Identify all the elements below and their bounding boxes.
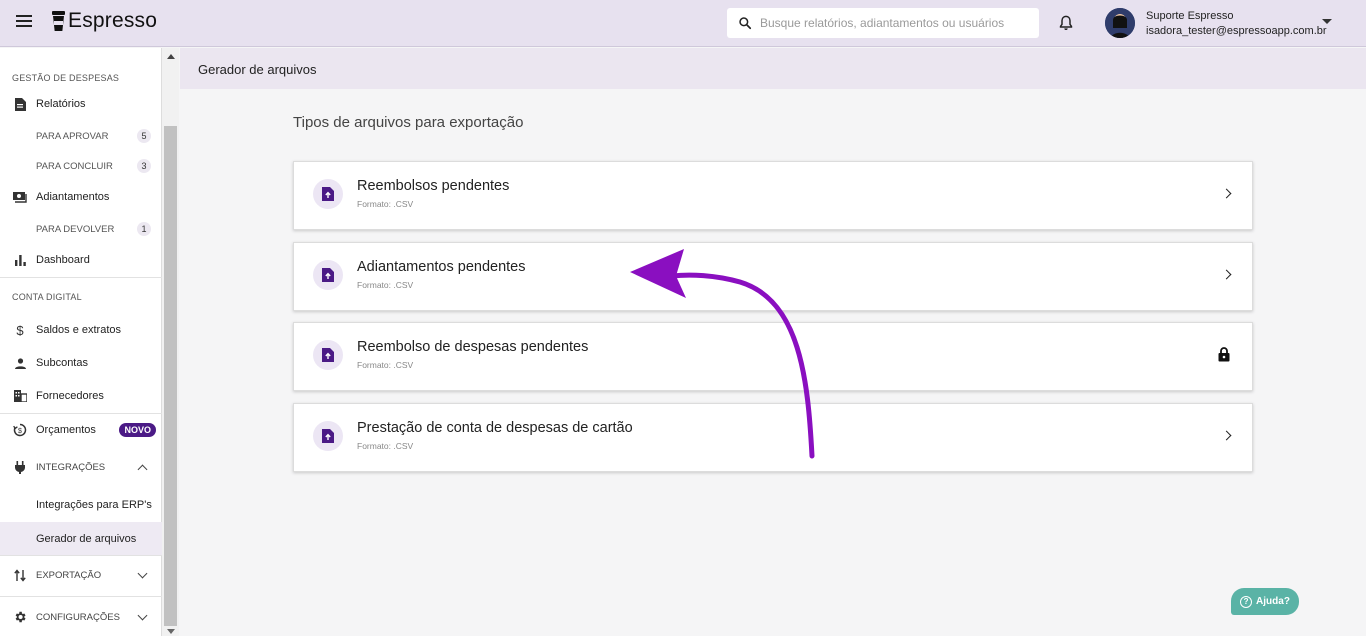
card-format: Formato: .CSV bbox=[357, 280, 414, 290]
sidebar-item-label: Integrações para ERP's bbox=[36, 499, 152, 511]
cash-icon bbox=[13, 190, 27, 204]
coffee-cup-icon bbox=[52, 11, 65, 31]
count-badge: 1 bbox=[137, 222, 151, 236]
scroll-down-arrow-icon[interactable] bbox=[167, 629, 175, 634]
section-title-gestao: GESTÃO DE DESPESAS bbox=[12, 73, 120, 83]
divider bbox=[0, 596, 162, 597]
question-icon: ? bbox=[1240, 595, 1253, 608]
page-title: Gerador de arquivos bbox=[198, 62, 317, 77]
export-card-reembolsos-pendentes[interactable]: Reembolsos pendentes Formato: .CSV bbox=[293, 161, 1253, 230]
sidebar-item-gerador-arquivos[interactable]: Gerador de arquivos bbox=[0, 522, 162, 555]
sidebar-item-exportacao[interactable]: EXPORTAÇÃO bbox=[0, 562, 162, 588]
chevron-down-icon bbox=[137, 610, 148, 620]
sidebar: GESTÃO DE DESPESAS Relatórios PARA APROV… bbox=[0, 48, 162, 636]
divider bbox=[0, 277, 162, 278]
sidebar-item-label: PARA DEVOLVER bbox=[36, 223, 115, 235]
budget-cycle-icon: $ bbox=[13, 423, 27, 437]
sidebar-item-label: Fornecedores bbox=[36, 390, 104, 402]
file-upload-icon bbox=[313, 260, 343, 290]
svg-text:$: $ bbox=[18, 428, 22, 435]
sidebar-item-relatorios[interactable]: Relatórios bbox=[0, 91, 162, 117]
section-title-conta: CONTA DIGITAL bbox=[12, 292, 82, 302]
chevron-down-icon bbox=[137, 568, 148, 578]
dollar-icon: $ bbox=[16, 322, 24, 338]
sidebar-item-label: Subcontas bbox=[36, 357, 88, 369]
divider bbox=[0, 555, 162, 556]
sidebar-item-label: Orçamentos bbox=[36, 424, 96, 436]
scroll-up-arrow-icon[interactable] bbox=[167, 54, 175, 59]
export-card-adiantamentos-pendentes[interactable]: Adiantamentos pendentes Formato: .CSV bbox=[293, 242, 1253, 311]
user-email: isadora_tester@espressoapp.com.br bbox=[1146, 25, 1327, 37]
sidebar-item-orcamentos[interactable]: $ Orçamentos NOVO bbox=[0, 417, 162, 443]
chevron-right-icon bbox=[1221, 269, 1232, 280]
hamburger-menu-icon[interactable] bbox=[16, 15, 32, 29]
sidebar-item-label: PARA CONCLUIR bbox=[36, 160, 113, 172]
top-bar: Espresso Suporte Espresso isadora_tester… bbox=[0, 0, 1366, 47]
help-button[interactable]: ? Ajuda? bbox=[1231, 588, 1299, 615]
gear-icon bbox=[13, 610, 27, 624]
plug-icon bbox=[13, 460, 27, 474]
sidebar-item-label: Adiantamentos bbox=[36, 191, 110, 203]
sidebar-item-label: Relatórios bbox=[36, 98, 86, 110]
sidebar-item-label: Dashboard bbox=[36, 254, 90, 266]
sidebar-item-label: Saldos e extratos bbox=[36, 324, 121, 336]
sidebar-item-configuracoes[interactable]: CONFIGURAÇÕES bbox=[0, 604, 162, 630]
sidebar-item-integracoes[interactable]: INTEGRAÇÕES bbox=[0, 454, 162, 480]
count-badge: 3 bbox=[137, 159, 151, 173]
user-name: Suporte Espresso bbox=[1146, 10, 1234, 22]
file-upload-icon bbox=[313, 179, 343, 209]
file-upload-icon bbox=[313, 421, 343, 451]
sidebar-item-adiantamentos[interactable]: Adiantamentos bbox=[0, 184, 162, 210]
export-card-reembolso-despesas-pendentes[interactable]: Reembolso de despesas pendentes Formato:… bbox=[293, 322, 1253, 391]
sidebar-item-para-aprovar[interactable]: PARA APROVAR 5 bbox=[0, 123, 162, 149]
divider bbox=[0, 413, 162, 414]
sidebar-item-label: EXPORTAÇÃO bbox=[36, 569, 102, 581]
sidebar-item-label: Gerador de arquivos bbox=[36, 532, 137, 545]
export-card-prestacao-conta-cartao[interactable]: Prestação de conta de despesas de cartão… bbox=[293, 403, 1253, 472]
sidebar-scrollbar[interactable] bbox=[162, 48, 179, 636]
card-title: Reembolso de despesas pendentes bbox=[357, 339, 589, 355]
card-format: Formato: .CSV bbox=[357, 360, 414, 370]
sidebar-item-para-devolver[interactable]: PARA DEVOLVER 1 bbox=[0, 216, 162, 242]
bar-chart-icon bbox=[13, 253, 27, 267]
document-icon bbox=[13, 97, 27, 111]
sidebar-item-para-concluir[interactable]: PARA CONCLUIR 3 bbox=[0, 153, 162, 179]
user-info[interactable]: Suporte Espresso isadora_tester@espresso… bbox=[1146, 9, 1327, 39]
sidebar-item-label: INTEGRAÇÕES bbox=[36, 461, 106, 473]
sidebar-item-saldos[interactable]: $ Saldos e extratos bbox=[0, 317, 162, 343]
brand-logo[interactable]: Espresso bbox=[52, 9, 157, 33]
search-icon bbox=[739, 17, 752, 30]
sidebar-item-subcontas[interactable]: Subcontas bbox=[0, 350, 162, 376]
scrollbar-thumb[interactable] bbox=[164, 126, 177, 626]
sidebar-item-fornecedores[interactable]: Fornecedores bbox=[0, 383, 162, 409]
sidebar-item-label: PARA APROVAR bbox=[36, 130, 109, 142]
search-bar[interactable] bbox=[727, 8, 1039, 38]
count-badge: 5 bbox=[137, 129, 151, 143]
sidebar-item-dashboard[interactable]: Dashboard bbox=[0, 247, 162, 273]
file-upload-icon bbox=[313, 340, 343, 370]
new-badge: NOVO bbox=[119, 423, 156, 437]
chevron-right-icon bbox=[1221, 188, 1232, 199]
sidebar-item-label: CONFIGURAÇÕES bbox=[36, 611, 120, 623]
brand-name: Espresso bbox=[68, 9, 158, 32]
card-format: Formato: .CSV bbox=[357, 199, 414, 209]
person-icon bbox=[13, 356, 27, 370]
building-icon bbox=[13, 389, 27, 403]
card-title: Reembolsos pendentes bbox=[357, 178, 510, 194]
card-title: Prestação de conta de despesas de cartão bbox=[357, 420, 633, 436]
chevron-right-icon bbox=[1221, 430, 1232, 441]
sidebar-item-integracoes-erp[interactable]: Integrações para ERP's bbox=[0, 492, 162, 518]
user-menu-caret-icon[interactable] bbox=[1322, 19, 1332, 24]
chevron-up-icon bbox=[137, 464, 148, 474]
card-title: Adiantamentos pendentes bbox=[357, 259, 526, 275]
lock-icon bbox=[1218, 347, 1230, 362]
card-format: Formato: .CSV bbox=[357, 441, 414, 451]
swap-vertical-icon bbox=[13, 568, 27, 582]
avatar[interactable] bbox=[1105, 8, 1135, 38]
page-header: Gerador de arquivos bbox=[180, 48, 1366, 89]
notifications-bell-icon[interactable] bbox=[1058, 14, 1074, 37]
search-input[interactable] bbox=[760, 16, 1030, 30]
section-title: Tipos de arquivos para exportação bbox=[293, 114, 524, 131]
help-label: Ajuda? bbox=[1256, 596, 1290, 607]
